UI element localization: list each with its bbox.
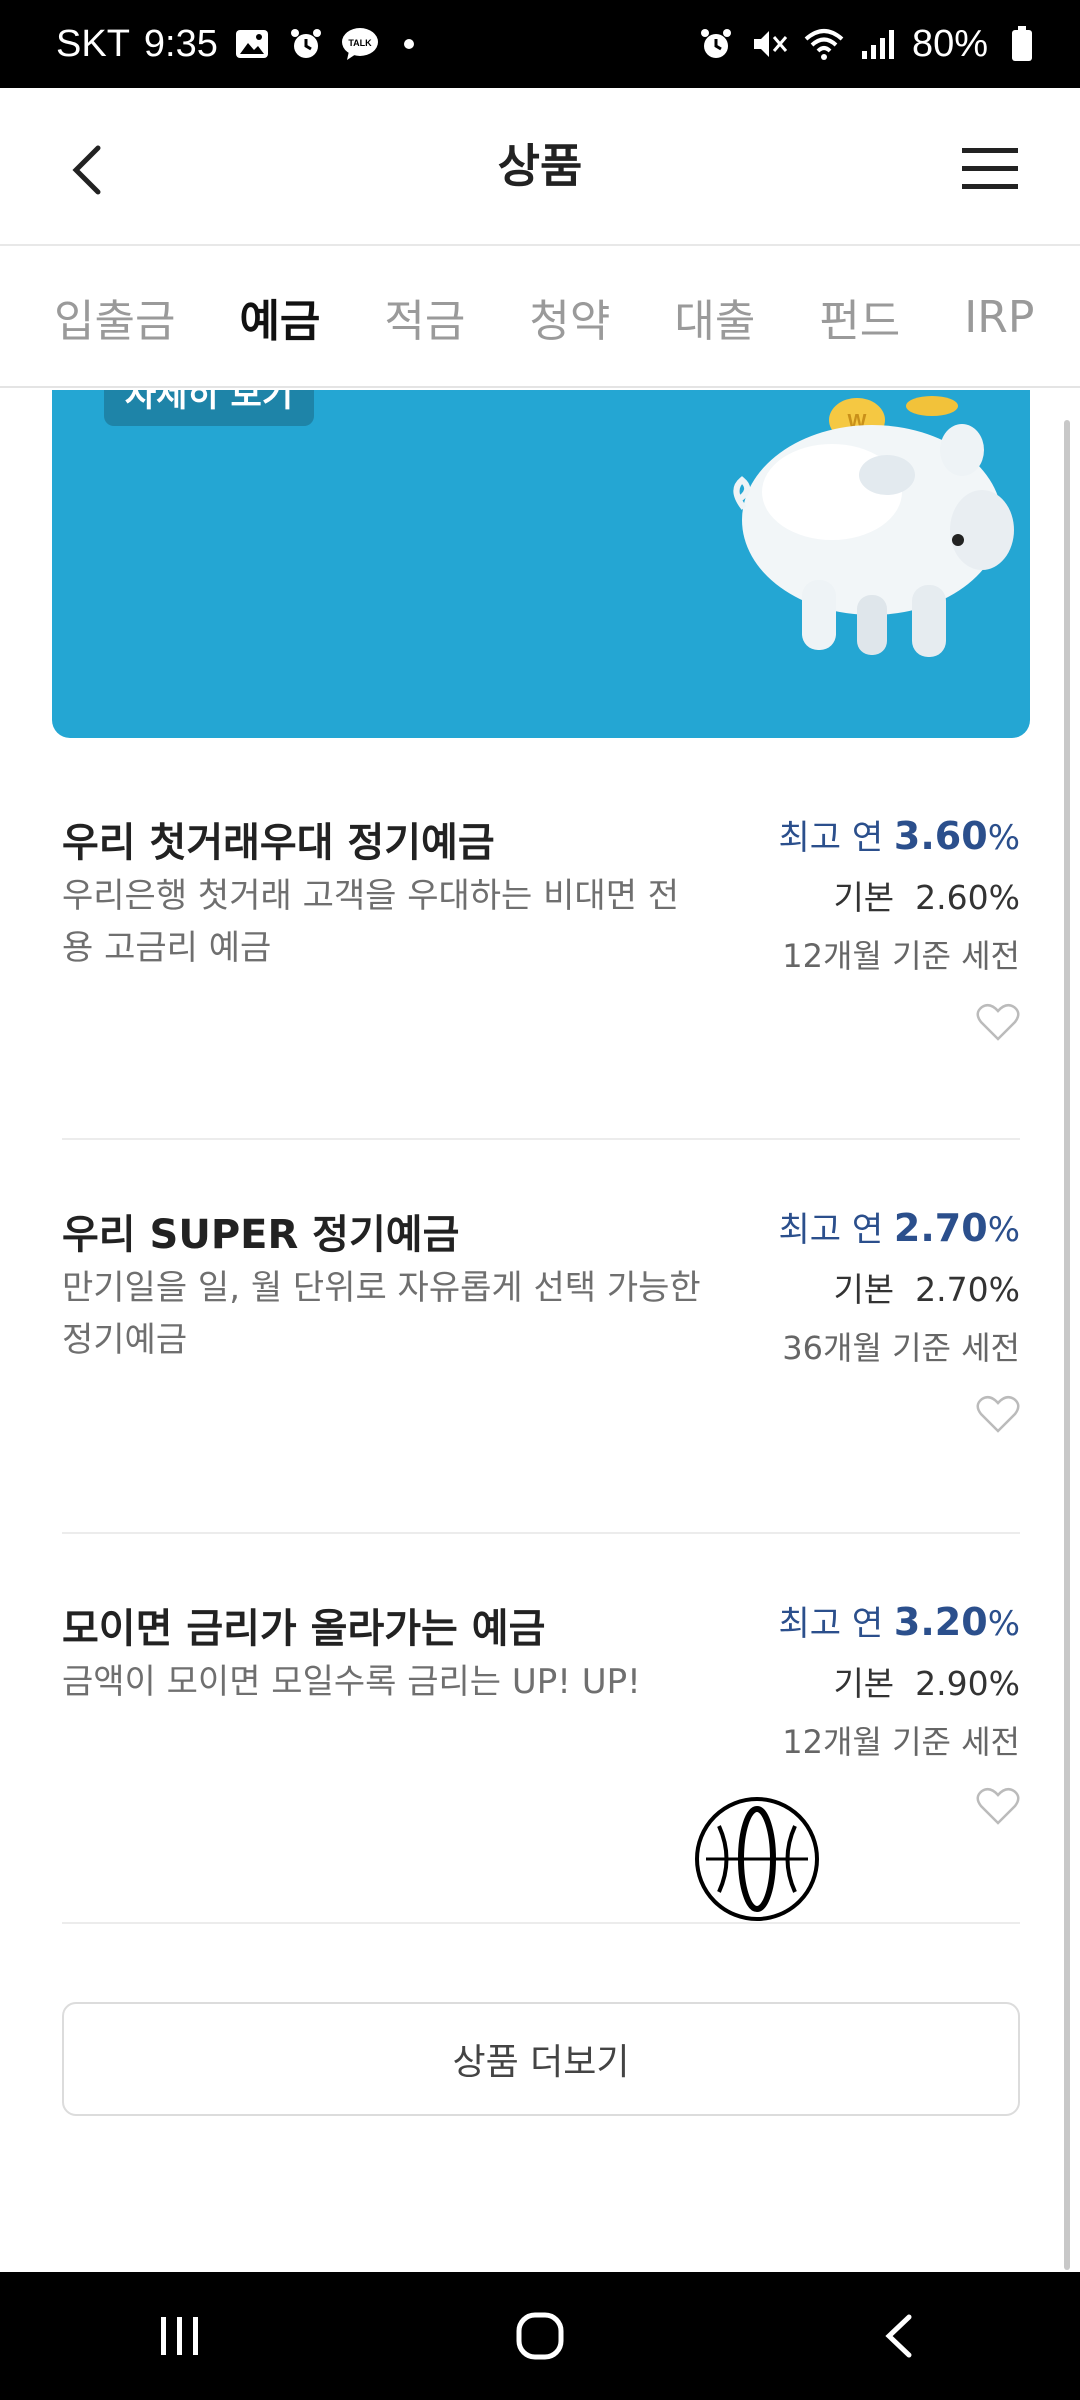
status-bar: SKT 9:35 TALK 80% bbox=[0, 0, 1080, 88]
base-rate-label: 기본 bbox=[833, 1270, 895, 1309]
rate-term: 12개월 기준 세전 bbox=[782, 1723, 1020, 1761]
base-rate: 2.60 bbox=[915, 878, 989, 917]
tab-irp[interactable]: IRP bbox=[964, 292, 1034, 343]
scrollbar[interactable] bbox=[1064, 420, 1070, 2270]
back-icon bbox=[885, 2314, 912, 2358]
alarm-icon bbox=[696, 24, 736, 64]
max-rate-prefix: 최고 연 bbox=[778, 818, 884, 858]
favorite-heart-icon[interactable] bbox=[976, 1002, 1020, 1042]
tab-loan[interactable]: 대출 bbox=[674, 285, 755, 349]
mute-icon bbox=[750, 24, 790, 64]
rate-term: 12개월 기준 세전 bbox=[782, 937, 1020, 975]
tab-subscription[interactable]: 청약 bbox=[529, 285, 610, 349]
product-description: 우리은행 첫거래 고객을 우대하는 비대면 전용 고금리 예금 bbox=[62, 876, 680, 968]
product-rate: 최고 연 3.20% 기본 2.90% 12개월 기준 세전 bbox=[778, 1600, 1020, 1761]
wifi-icon bbox=[804, 24, 844, 64]
menu-button[interactable] bbox=[960, 146, 1020, 192]
recent-apps-button[interactable] bbox=[140, 2296, 220, 2376]
home-button[interactable] bbox=[500, 2296, 580, 2376]
product-rate: 최고 연 3.60% 기본 2.60% 12개월 기준 세전 bbox=[778, 814, 1020, 975]
touch-indicator-icon bbox=[695, 1797, 819, 1921]
system-nav-bar bbox=[0, 2272, 1080, 2400]
banner-detail-button[interactable]: 자세히 보기 bbox=[104, 390, 314, 426]
base-rate: 2.90 bbox=[915, 1664, 989, 1703]
gallery-icon bbox=[232, 24, 272, 64]
base-rate: 2.70 bbox=[915, 1270, 989, 1309]
more-products-button[interactable]: 상품 더보기 bbox=[62, 2002, 1020, 2116]
app-header: 상품 bbox=[0, 88, 1080, 246]
home-icon bbox=[516, 2312, 564, 2360]
product-description: 금액이 모이면 모일수록 금리는 UP! UP! bbox=[62, 1662, 641, 1702]
kakaotalk-icon: TALK bbox=[340, 24, 380, 64]
favorite-heart-icon[interactable] bbox=[976, 1394, 1020, 1434]
tab-savings[interactable]: 적금 bbox=[384, 285, 465, 349]
product-card[interactable]: 우리 SUPER 정기예금 만기일을 일, 월 단위로 자유롭게 선택 가능한 … bbox=[62, 1202, 1020, 1433]
hamburger-menu-icon bbox=[962, 148, 1018, 189]
divider bbox=[62, 1532, 1020, 1534]
system-back-button[interactable] bbox=[860, 2296, 940, 2376]
recent-apps-icon bbox=[161, 2317, 198, 2355]
tab-time-deposit[interactable]: 예금 bbox=[239, 285, 320, 349]
signal-icon bbox=[858, 24, 898, 64]
tab-fund[interactable]: 펀드 bbox=[819, 285, 900, 349]
max-rate: 3.20 bbox=[893, 1600, 988, 1644]
alarm-icon bbox=[286, 24, 326, 64]
notification-dot-icon bbox=[403, 39, 414, 49]
product-card[interactable]: 우리 첫거래우대 정기예금 우리은행 첫거래 고객을 우대하는 비대면 전용 고… bbox=[62, 810, 1020, 1041]
promo-banner[interactable]: 자세히 보기 W bbox=[52, 390, 1030, 738]
category-tabs: 입출금 예금 적금 청약 대출 펀드 IRP bbox=[0, 248, 1080, 388]
product-card[interactable]: 모이면 금리가 올라가는 예금 금액이 모이면 모일수록 금리는 UP! UP!… bbox=[62, 1596, 1020, 1825]
product-rate: 최고 연 2.70% 기본 2.70% 36개월 기준 세전 bbox=[778, 1206, 1020, 1367]
base-rate-label: 기본 bbox=[833, 878, 895, 917]
max-rate-prefix: 최고 연 bbox=[778, 1210, 884, 1250]
battery-percent: 80% bbox=[911, 22, 988, 65]
max-rate-prefix: 최고 연 bbox=[778, 1604, 884, 1644]
divider bbox=[62, 1138, 1020, 1140]
base-rate-label: 기본 bbox=[833, 1664, 895, 1703]
page-title: 상품 bbox=[497, 139, 583, 193]
max-rate: 3.60 bbox=[893, 814, 988, 858]
svg-text:TALK: TALK bbox=[348, 38, 372, 48]
max-rate: 2.70 bbox=[893, 1206, 988, 1250]
battery-icon bbox=[1002, 24, 1042, 64]
carrier: SKT bbox=[56, 22, 130, 65]
clock: 9:35 bbox=[143, 22, 218, 65]
tab-deposit-withdraw[interactable]: 입출금 bbox=[54, 285, 175, 349]
rate-term: 36개월 기준 세전 bbox=[782, 1329, 1020, 1367]
divider bbox=[62, 1922, 1020, 1924]
piggy-bank-icon: W bbox=[733, 396, 1014, 657]
product-description: 만기일을 일, 월 단위로 자유롭게 선택 가능한 정기예금 bbox=[62, 1268, 701, 1360]
product-list[interactable]: 자세히 보기 W 우리 첫거래우대 정기예금 우리은행 첫거래 고객을 우대하는… bbox=[0, 390, 1080, 2272]
favorite-heart-icon[interactable] bbox=[976, 1786, 1020, 1826]
